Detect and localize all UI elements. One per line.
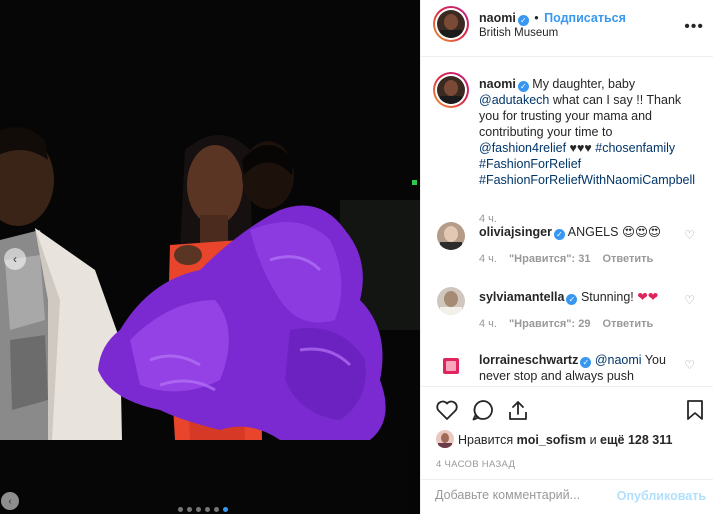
like-comment-heart-icon[interactable]: ♡ [684, 358, 695, 372]
follow-button[interactable]: Подписаться [544, 11, 626, 25]
likes-summary: Нравится moi_sofism и ещё 128 311 [436, 430, 672, 448]
comment-time[interactable]: 4 ч. [479, 318, 497, 330]
reply-button[interactable]: Ответить [602, 253, 653, 265]
publish-button[interactable]: Опубликовать [617, 489, 706, 503]
bookmark-icon[interactable] [685, 399, 705, 424]
comment-text: ANGELS [564, 225, 622, 239]
avatar[interactable] [437, 222, 465, 250]
comment-username[interactable]: oliviajsinger [479, 225, 552, 239]
verified-badge-icon: ✓ [566, 294, 578, 305]
like-comment-heart-icon[interactable]: ♡ [684, 293, 695, 307]
comment-time[interactable]: 4 ч. [479, 253, 497, 265]
caption-text-part: My daughter, baby [528, 77, 636, 91]
more-options-icon[interactable]: ••• [684, 18, 704, 36]
separator-dot: • [534, 11, 539, 25]
carousel-dot [214, 507, 219, 512]
hashtag-link[interactable]: #FashionForReliefWithNaomiCampbell [479, 173, 695, 187]
like-comment-heart-icon[interactable]: ♡ [684, 228, 695, 242]
carousel-dots [178, 507, 228, 512]
carousel-back-button[interactable]: ‹ [1, 492, 19, 510]
comment-meta: 4 ч. "Нравится": 31 Ответить [479, 253, 653, 265]
comment-likes[interactable]: "Нравится": 31 [509, 253, 590, 265]
avatar[interactable] [437, 287, 465, 315]
liker-avatar[interactable] [436, 430, 454, 448]
carousel-dot [223, 507, 228, 512]
caption-username[interactable]: naomi [479, 77, 516, 91]
heart-eyes-emoji: 😍😍😍 [621, 224, 662, 239]
liker-username[interactable]: moi_sofism [517, 433, 586, 447]
carousel-dot [205, 507, 210, 512]
verified-badge-icon: ✓ [553, 229, 565, 240]
avatar[interactable] [437, 352, 465, 380]
verified-badge-icon: ✓ [517, 81, 529, 92]
previous-slide-button[interactable]: ‹ [4, 248, 26, 270]
red-heart-emoji: ❤❤ [637, 289, 659, 304]
hearts-emoji: ♥♥♥ [566, 141, 596, 155]
post-header: naomi ✓ • Подписаться British Museum ••• [421, 0, 713, 57]
avatar[interactable] [437, 10, 465, 38]
mention-link[interactable]: @adutakech [479, 93, 549, 107]
hashtag-link[interactable]: #chosenfamily [595, 141, 675, 155]
comment-likes[interactable]: "Нравится": 29 [509, 318, 590, 330]
mention-link[interactable]: @fashion4relief [479, 141, 566, 155]
carousel-dot [196, 507, 201, 512]
avatar[interactable] [437, 76, 465, 104]
header-username[interactable]: naomi [479, 11, 516, 25]
mention-link[interactable]: @naomi [595, 353, 642, 367]
post-timestamp[interactable]: 4 ЧАСОВ НАЗАД [436, 459, 515, 470]
post-photo[interactable]: ‹ ‹ [0, 0, 420, 514]
likes-middle: и [586, 433, 601, 447]
caption-text: naomi ✓ My daughter, baby @adutakech what… [479, 76, 695, 188]
comment-username[interactable]: sylviamantella [479, 290, 564, 304]
add-comment-input[interactable] [435, 488, 615, 502]
carousel-dot [178, 507, 183, 512]
post-side-panel: naomi ✓ • Подписаться British Museum ••• … [420, 0, 713, 514]
chevron-left-icon: ‹ [8, 495, 12, 507]
comment-username[interactable]: lorraineschwartz [479, 353, 578, 367]
verified-badge-icon: ✓ [580, 357, 592, 368]
likes-count-button[interactable]: ещё 128 311 [600, 433, 672, 447]
likes-prefix: Нравится [458, 433, 517, 447]
comment-text: Stunning! [577, 290, 638, 304]
post-actions: Нравится moi_sofism и ещё 128 311 4 ЧАСО… [421, 386, 713, 506]
carousel-dot [187, 507, 192, 512]
comments-list[interactable]: naomi ✓ My daughter, baby @adutakech what… [421, 58, 713, 386]
comment-bubble-icon[interactable] [471, 399, 495, 424]
hashtag-link[interactable]: #FashionForRelief [479, 157, 581, 171]
like-heart-icon[interactable] [435, 399, 459, 424]
reply-button[interactable]: Ответить [602, 318, 653, 330]
share-icon[interactable] [506, 399, 530, 424]
comment-meta: 4 ч. "Нравится": 29 Ответить [479, 318, 653, 330]
post-image [0, 0, 420, 514]
verified-badge-icon: ✓ [517, 15, 529, 26]
location-link[interactable]: British Museum [479, 27, 558, 39]
chevron-left-icon: ‹ [13, 252, 17, 266]
add-comment-bar: Опубликовать [421, 479, 713, 509]
